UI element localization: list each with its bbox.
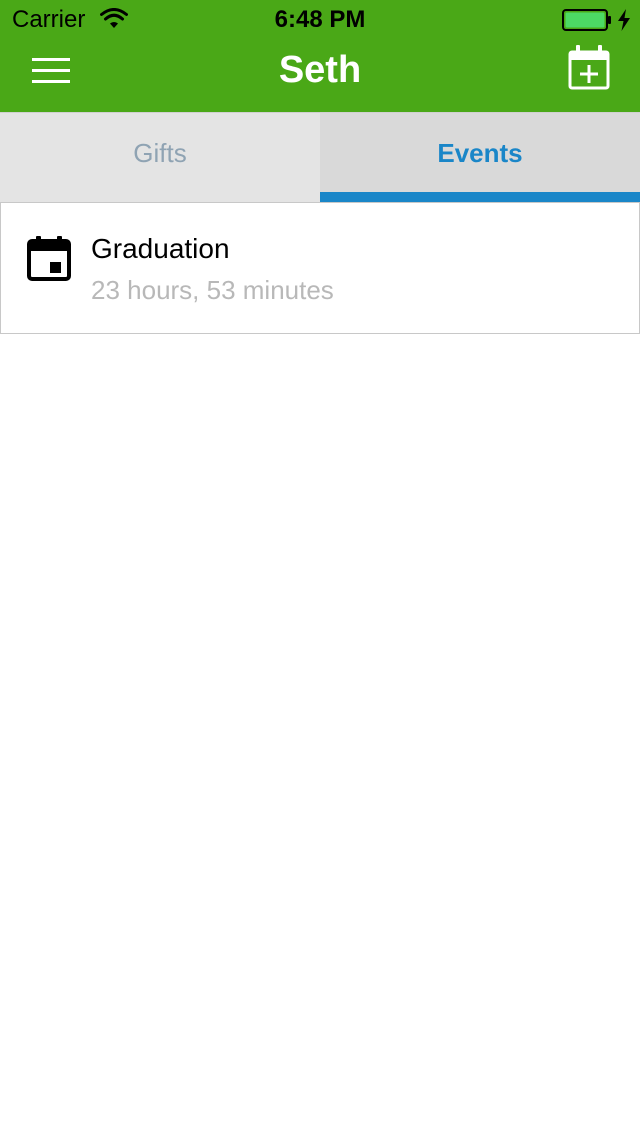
- charging-bolt-icon: [618, 9, 630, 31]
- menu-button[interactable]: [26, 52, 76, 92]
- calendar-add-icon: [568, 45, 610, 90]
- tab-gifts[interactable]: Gifts: [0, 112, 320, 202]
- hamburger-line: [32, 80, 70, 83]
- status-bar: Carrier 6:48 PM: [0, 0, 640, 40]
- page-title: Seth: [278, 49, 362, 91]
- event-countdown: 23 hours, 53 minutes: [91, 275, 334, 305]
- battery-icon: [562, 9, 611, 31]
- active-tab-indicator: [320, 192, 640, 202]
- hamburger-line: [32, 69, 70, 72]
- add-event-button[interactable]: [562, 42, 614, 94]
- event-name: Graduation: [91, 233, 230, 264]
- status-time: 6:48 PM: [274, 6, 366, 33]
- app-screen: Carrier 6:48 PM Seth Gifts Events Gradua…: [0, 0, 640, 1136]
- list-item[interactable]: Graduation 23 hours, 53 minutes: [0, 202, 640, 334]
- hamburger-menu-icon: [32, 58, 70, 61]
- tab-bar: Gifts Events: [0, 112, 640, 202]
- calendar-event-icon: [27, 236, 71, 281]
- event-list: Graduation 23 hours, 53 minutes: [0, 202, 640, 334]
- nav-bar: Seth: [0, 40, 640, 112]
- tab-events[interactable]: Events: [320, 112, 640, 202]
- header: Carrier 6:48 PM Seth: [0, 0, 640, 112]
